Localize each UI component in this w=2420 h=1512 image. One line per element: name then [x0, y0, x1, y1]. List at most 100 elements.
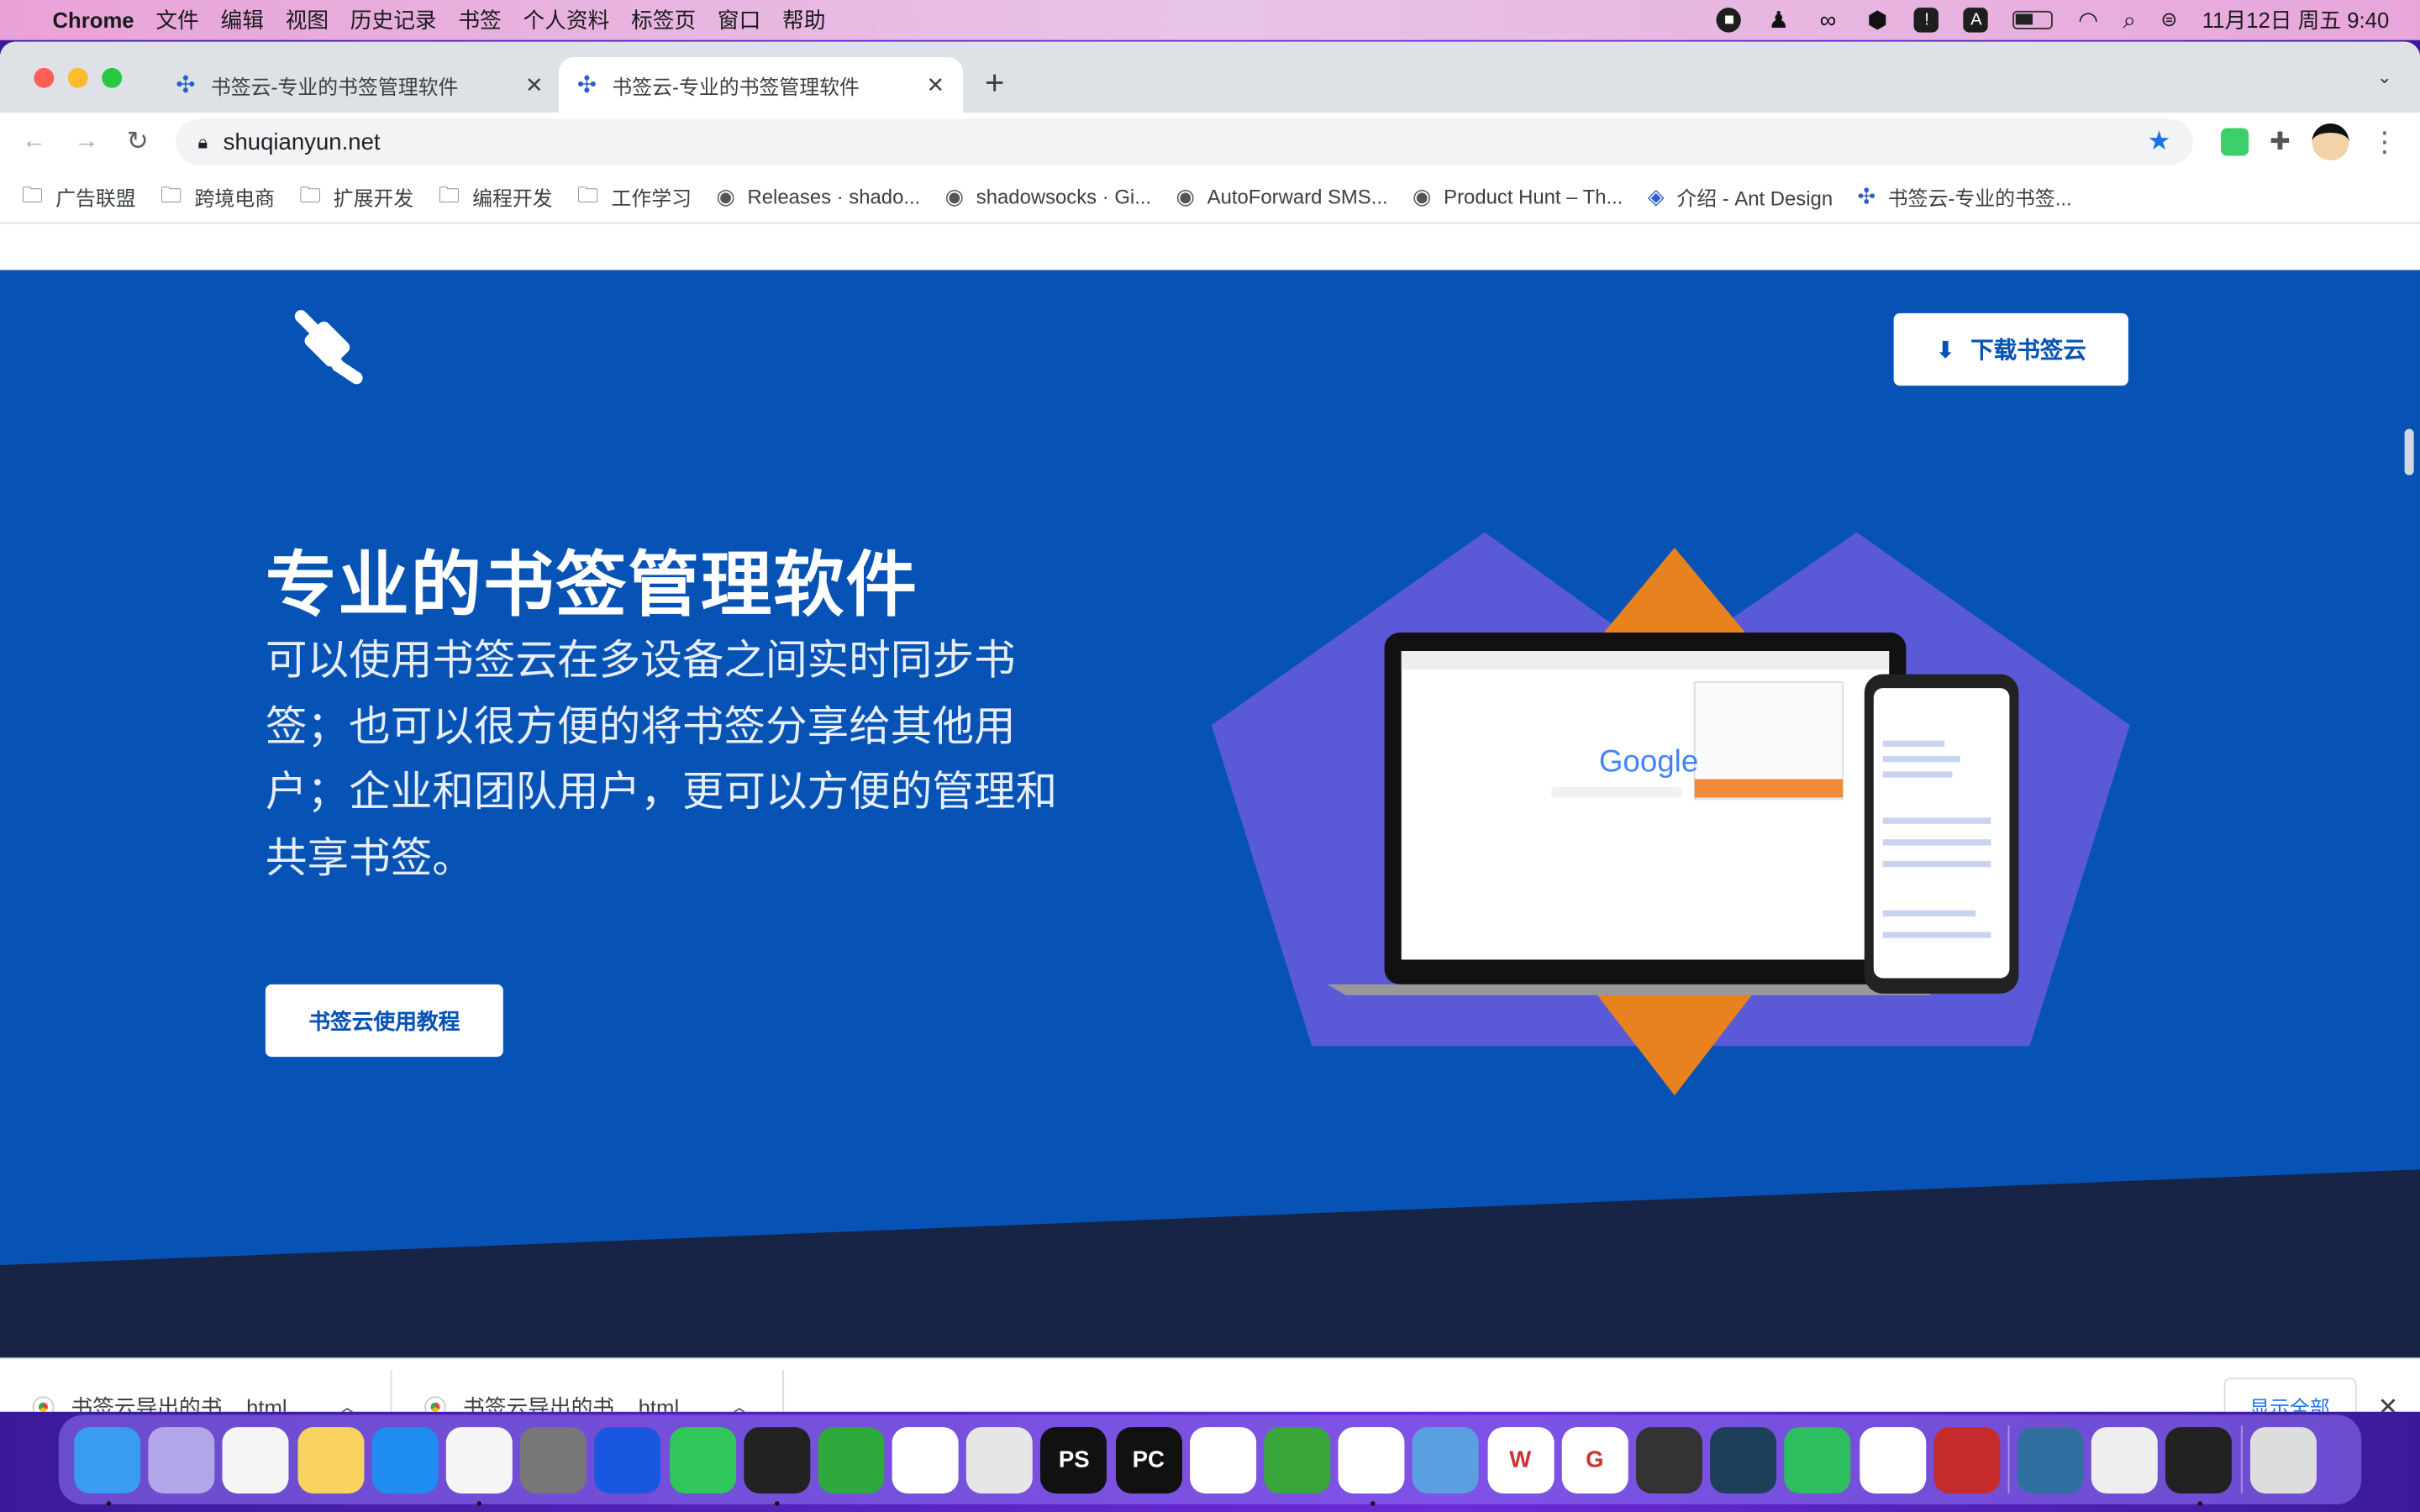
menu-history[interactable]: 历史记录 — [350, 5, 437, 36]
download-item[interactable]: 书签云导出的书....html ︿ — [392, 1369, 785, 1412]
menu-profiles[interactable]: 个人资料 — [523, 5, 609, 36]
chrome-file-icon — [424, 1395, 446, 1412]
input-method-icon[interactable]: A — [1964, 8, 1989, 33]
menu-file[interactable]: 文件 — [155, 5, 198, 36]
new-tab-button[interactable]: + — [985, 63, 1005, 103]
reminders-icon[interactable] — [223, 1426, 290, 1494]
messages-terminal-icon[interactable] — [966, 1426, 1034, 1494]
chevron-up-icon[interactable]: ︿ — [338, 1394, 356, 1411]
hexagon-icon[interactable]: ⬢ — [1865, 8, 1890, 34]
bookmark-item[interactable]: 🗀 跨境电商 — [160, 178, 275, 215]
bookmark-item[interactable]: ◉ AutoForward SMS... — [1176, 184, 1388, 210]
address-bar[interactable]: 🔒︎ shuqianyun.net ★ — [176, 118, 2193, 165]
qq-icon[interactable]: ♟ — [1766, 8, 1791, 34]
close-tab-icon[interactable]: ✕ — [927, 71, 945, 97]
bookmark-item[interactable]: 🗀 扩展开发 — [299, 178, 413, 215]
menu-bookmarks[interactable]: 书签 — [458, 5, 501, 36]
usb-tool-icon[interactable] — [2091, 1426, 2159, 1494]
evernote-icon[interactable] — [1784, 1426, 1851, 1494]
maps-pin-icon[interactable] — [594, 1426, 661, 1494]
qq-icon[interactable] — [743, 1426, 810, 1505]
system-preferences-icon[interactable] — [520, 1426, 587, 1494]
menu-tab[interactable]: 标签页 — [631, 5, 696, 36]
music-app-icon[interactable] — [1859, 1426, 1926, 1494]
bookmark-item[interactable]: 🗀 广告联盟 — [22, 178, 136, 215]
bookmark-item[interactable]: ✣ 书签云-专业的书签... — [1858, 182, 2072, 212]
quicktime-icon[interactable] — [2165, 1426, 2233, 1505]
show-all-button[interactable]: 显示全部 — [2223, 1378, 2356, 1412]
globe-icon: ◉ — [1413, 183, 1432, 208]
h-editor-icon[interactable] — [818, 1426, 885, 1494]
tab-2[interactable]: ✣ 书签云-专业的书签管理软件 ✕ — [558, 56, 964, 113]
tab-search-chevron-icon[interactable]: ⌄ — [2376, 66, 2391, 88]
clock[interactable]: 11月12日 周五 9:40 — [2202, 5, 2390, 36]
forward-icon[interactable]: → — [74, 128, 98, 155]
back-icon[interactable]: ← — [22, 128, 46, 155]
chrome-icon[interactable] — [445, 1426, 513, 1505]
baidu-netdisk-icon[interactable] — [1338, 1426, 1405, 1505]
profile-avatar[interactable] — [2312, 123, 2349, 161]
menu-edit[interactable]: 编辑 — [220, 5, 263, 36]
zoom-window-button[interactable] — [102, 67, 123, 88]
minimize-window-button[interactable] — [67, 67, 88, 88]
download-button[interactable]: ⬇ 下载书签云 — [1893, 312, 2128, 386]
remote-desktop-icon[interactable] — [1413, 1426, 1480, 1494]
menu-help[interactable]: 帮助 — [782, 5, 825, 36]
reload-icon[interactable]: ↻ — [127, 127, 149, 158]
phpstorm-icon[interactable]: PS — [1040, 1426, 1107, 1494]
bookmark-item[interactable]: 🗀 工作学习 — [577, 178, 692, 215]
parallels-icon[interactable] — [1933, 1426, 2000, 1494]
bookmark-label: 介绍 - Ant Design — [1676, 186, 1833, 210]
control-center-icon[interactable]: ⊜ — [2160, 8, 2177, 32]
shuqianyun-favicon-icon: ✣ — [176, 72, 196, 99]
tab-1[interactable]: ✣ 书签云-专业的书签管理软件 ✕ — [157, 57, 561, 113]
extensions-puzzle-icon[interactable]: ✚ — [2270, 127, 2291, 158]
vscode-icon[interactable] — [1189, 1426, 1256, 1494]
wps-icon[interactable]: W — [1486, 1426, 1554, 1494]
tutorial-button[interactable]: 书签云使用教程 — [265, 984, 503, 1058]
page-title: 专业的书签管理软件 — [265, 544, 918, 625]
wechat-icon[interactable] — [669, 1426, 736, 1494]
launchpad-icon[interactable] — [148, 1426, 215, 1494]
finder-icon[interactable] — [74, 1426, 141, 1505]
bookmark-label: Product Hunt – Th... — [1444, 185, 1623, 208]
bookmark-star-icon[interactable]: ★ — [2148, 127, 2171, 158]
bookmark-item[interactable]: ◉ Product Hunt – Th... — [1413, 184, 1623, 210]
close-tab-icon[interactable]: ✕ — [525, 71, 544, 97]
record-icon[interactable]: ■ — [1717, 8, 1742, 33]
shuqianyun-logo-icon[interactable] — [286, 304, 372, 391]
search-icon[interactable]: ⌕ — [2123, 7, 2136, 33]
bookmark-item[interactable]: ◉ shadowsocks · Gi... — [945, 184, 1151, 210]
download-item[interactable]: 书签云导出的书....html ︿ — [0, 1369, 392, 1412]
mysql-workbench-icon[interactable] — [1710, 1426, 1777, 1494]
close-window-button[interactable] — [34, 67, 55, 88]
close-downloads-icon[interactable]: ✕ — [2378, 1391, 2399, 1411]
sublime-text-icon[interactable] — [1635, 1426, 1702, 1494]
battery-icon[interactable] — [2012, 10, 2054, 29]
g-app-icon[interactable]: G — [1561, 1426, 1628, 1494]
creative-cloud-icon[interactable]: ∞ — [1816, 7, 1840, 33]
bookmark-item[interactable]: 🗀 编程开发 — [439, 178, 553, 215]
wifi-icon[interactable]: ◠ — [2078, 6, 2098, 34]
url-text[interactable]: shuqianyun.net — [224, 129, 381, 155]
paper-plane-icon[interactable] — [1264, 1426, 1331, 1494]
menu-bar: Chrome 文件 编辑 视图 历史记录 书签 个人资料 标签页 窗口 帮助 ■… — [0, 0, 2420, 40]
pycharm-icon[interactable]: PC — [1115, 1426, 1182, 1494]
folder-icon: 🗀 — [577, 181, 599, 207]
notes-icon[interactable] — [297, 1426, 364, 1494]
sequel-pro-icon[interactable] — [2017, 1426, 2084, 1494]
more-menu-icon[interactable]: ⋮ — [2370, 126, 2398, 159]
trash-icon[interactable] — [2249, 1426, 2317, 1494]
menu-app[interactable]: Chrome — [52, 8, 134, 32]
orange-diamond-top — [1597, 548, 1752, 641]
extension-green-icon[interactable] — [2220, 128, 2249, 156]
page-scrollbar[interactable] — [2404, 428, 2414, 475]
alert-icon[interactable]: ! — [1914, 8, 1939, 33]
bookmark-item[interactable]: ◈ 介绍 - Ant Design — [1648, 182, 1833, 212]
xcode-instruments-icon[interactable] — [892, 1426, 959, 1494]
app-store-icon[interactable] — [371, 1426, 439, 1494]
chevron-up-icon[interactable]: ︿ — [730, 1394, 749, 1411]
menu-view[interactable]: 视图 — [286, 5, 329, 36]
menu-window[interactable]: 窗口 — [718, 5, 760, 36]
bookmark-item[interactable]: ◉ Releases · shado... — [716, 184, 920, 210]
